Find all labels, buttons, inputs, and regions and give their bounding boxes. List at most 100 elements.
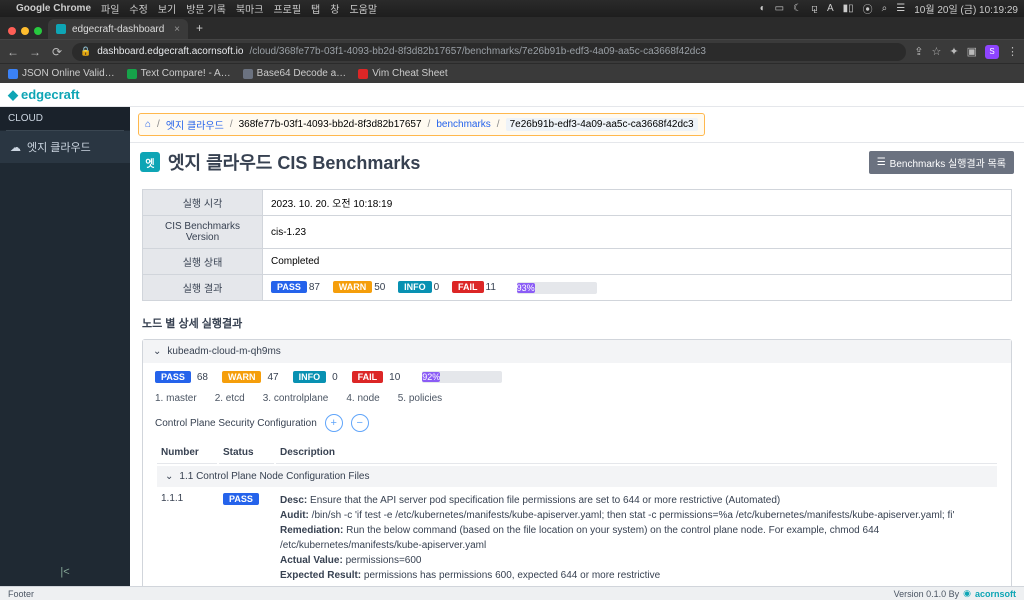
menu-profile[interactable]: 프로필: [273, 1, 301, 16]
breadcrumb-home[interactable]: ⌂: [145, 119, 151, 130]
menu-help[interactable]: 도움말: [349, 1, 377, 16]
tab-policies[interactable]: 5. policies: [398, 393, 442, 404]
node-summary: PASS68 WARN47 INFO0 FAIL10 92%: [155, 371, 999, 383]
chevron-down-icon: ⌄: [165, 471, 173, 482]
reload-button[interactable]: ⟳: [50, 45, 64, 59]
minimize-window-icon[interactable]: [21, 27, 29, 35]
count-warn: 50: [374, 282, 385, 293]
menu-history[interactable]: 방문 기록: [186, 1, 226, 16]
menu-view[interactable]: 보기: [158, 1, 176, 16]
footer-company[interactable]: acornsoft: [975, 589, 1016, 599]
search-icon[interactable]: ⌕: [882, 3, 888, 14]
tab-controlplane[interactable]: 3. controlplane: [263, 393, 329, 404]
pill-pass: PASS: [155, 371, 191, 383]
address-bar[interactable]: 🔒 dashboard.edgecraft.acornsoft.io/cloud…: [72, 43, 906, 61]
pill-info: INFO: [398, 281, 432, 293]
lock-icon: 🔒: [80, 46, 91, 57]
menu-window[interactable]: 창: [330, 1, 339, 16]
list-icon: ☰: [877, 157, 886, 168]
count-fail: 11: [486, 282, 496, 293]
control-center-icon[interactable]: ☰: [896, 3, 905, 14]
maximize-window-icon[interactable]: [34, 27, 42, 35]
new-tab-button[interactable]: +: [188, 21, 211, 39]
subsection-title: 1.1 Control Plane Node Configuration Fil…: [179, 471, 369, 482]
footer-version: Version 0.1.0 By: [894, 589, 960, 599]
cloud-icon: ☁: [10, 141, 21, 154]
sidebar: CLOUD ☁ 엣지 클라우드 |<: [0, 107, 130, 586]
close-window-icon[interactable]: [8, 27, 16, 35]
menu-file[interactable]: 파일: [101, 1, 119, 16]
sidebar-item-cloud[interactable]: ☁ 엣지 클라우드: [0, 131, 130, 163]
col-desc: Description: [276, 442, 997, 464]
expand-all-button[interactable]: +: [325, 414, 343, 432]
close-tab-icon[interactable]: ×: [174, 24, 180, 35]
node-toggle[interactable]: ⌄ kubeadm-cloud-m-qh9ms: [143, 340, 1011, 363]
battery-icon[interactable]: ▮▯: [843, 3, 854, 14]
wifi-icon[interactable]: ⦿: [863, 1, 873, 16]
progress-bar: 93%: [517, 282, 597, 294]
node-tabs: 1. master 2. etcd 3. controlplane 4. nod…: [155, 393, 999, 404]
chrome-toolbar: ← → ⟳ 🔒 dashboard.edgecraft.acornsoft.io…: [0, 39, 1024, 63]
input-icon[interactable]: A: [827, 3, 834, 14]
config-title: Control Plane Security Configuration: [155, 418, 317, 429]
url-host: dashboard.edgecraft.acornsoft.io: [97, 46, 243, 57]
bluetooth-icon[interactable]: ⚼: [811, 3, 818, 14]
bookmarks-bar: JSON Online Valid… Text Compare! - A… Ba…: [0, 63, 1024, 83]
summary-label: 실행 결과: [143, 275, 263, 301]
menu-edit[interactable]: 수정: [129, 1, 147, 16]
count-pass: 87: [309, 282, 320, 293]
pill-info: INFO: [293, 371, 327, 383]
bookmark-item[interactable]: Vim Cheat Sheet: [358, 68, 447, 79]
bookmark-item[interactable]: JSON Online Valid…: [8, 68, 115, 79]
status-icon[interactable]: ◐: [760, 3, 766, 14]
node-name: kubeadm-cloud-m-qh9ms: [167, 346, 280, 357]
app-footer: Footer Version 0.1.0 By ◉acornsoft: [0, 586, 1024, 600]
chrome-tabbar: edgecraft-dashboard × +: [0, 17, 1024, 39]
logo-icon: ◆: [8, 87, 18, 103]
row-number: 1.1.1: [157, 489, 217, 586]
bookmark-item[interactable]: Base64 Decode a…: [243, 68, 347, 79]
breadcrumb-id1[interactable]: 368fe77b-03f1-4093-bb2d-8f3d82b17657: [239, 119, 422, 130]
result-row: 1.1.1 PASS Desc: Ensure that the API ser…: [157, 489, 997, 586]
summary-label: 실행 시각: [143, 190, 263, 216]
pill-fail: FAIL: [452, 281, 484, 293]
breadcrumb-current: 7e26b91b-edf3-4a09-aa5c-ca3668f42dc3: [506, 118, 698, 131]
back-button[interactable]: ←: [6, 45, 20, 59]
star-icon[interactable]: ☆: [932, 45, 942, 59]
summary-table: 실행 시각2023. 10. 20. 오전 10:18:19 CIS Bench…: [142, 189, 1012, 301]
menu-bookmarks[interactable]: 북마크: [236, 1, 264, 16]
app-logo[interactable]: ◆edgecraft: [8, 87, 80, 103]
share-icon[interactable]: ⇪: [914, 45, 923, 59]
subsection-toggle[interactable]: ⌄ 1.1 Control Plane Node Configuration F…: [157, 466, 997, 487]
bookmark-item[interactable]: Text Compare! - A…: [127, 68, 231, 79]
panel-icon[interactable]: ▣: [967, 45, 977, 59]
breadcrumb-benchmarks[interactable]: benchmarks: [436, 119, 490, 130]
breadcrumb: ⌂/ 엣지 클라우드/ 368fe77b-03f1-4093-bb2d-8f3d…: [138, 113, 705, 136]
browser-tab[interactable]: edgecraft-dashboard ×: [48, 19, 188, 39]
benchmark-list-button[interactable]: ☰Benchmarks 실행결과 목록: [869, 151, 1014, 174]
tab-node[interactable]: 4. node: [346, 393, 379, 404]
forward-button[interactable]: →: [28, 45, 42, 59]
menu-tab[interactable]: 탭: [311, 1, 320, 16]
pill-warn: WARN: [333, 281, 373, 293]
menubar-clock[interactable]: 10월 20일 (금) 10:19:29: [914, 1, 1018, 16]
menubar-app[interactable]: Google Chrome: [16, 3, 91, 14]
extensions-icon[interactable]: ✦: [949, 45, 958, 59]
profile-button[interactable]: S: [985, 45, 999, 59]
summary-label: CIS Benchmarks Version: [143, 216, 263, 249]
app-header: ◆edgecraft: [0, 83, 1024, 107]
tab-etcd[interactable]: 2. etcd: [215, 393, 245, 404]
tab-master[interactable]: 1. master: [155, 393, 197, 404]
status-icon[interactable]: ▭: [775, 3, 784, 14]
collapse-all-button[interactable]: −: [351, 414, 369, 432]
sidebar-collapse-button[interactable]: |<: [0, 558, 130, 586]
breadcrumb-cloud[interactable]: 엣지 클라우드: [166, 117, 224, 132]
row-description: Desc: Ensure that the API server pod spe…: [276, 489, 997, 586]
status-icon[interactable]: ☾: [793, 3, 802, 14]
summary-time: 2023. 10. 20. 오전 10:18:19: [263, 190, 1012, 216]
summary-label: 실행 상태: [143, 249, 263, 275]
pill-warn: WARN: [222, 371, 262, 383]
menu-icon[interactable]: ⋮: [1007, 45, 1018, 59]
col-number: Number: [157, 442, 217, 464]
page-title: 엣지 클라우드 CIS Benchmarks: [168, 149, 420, 175]
